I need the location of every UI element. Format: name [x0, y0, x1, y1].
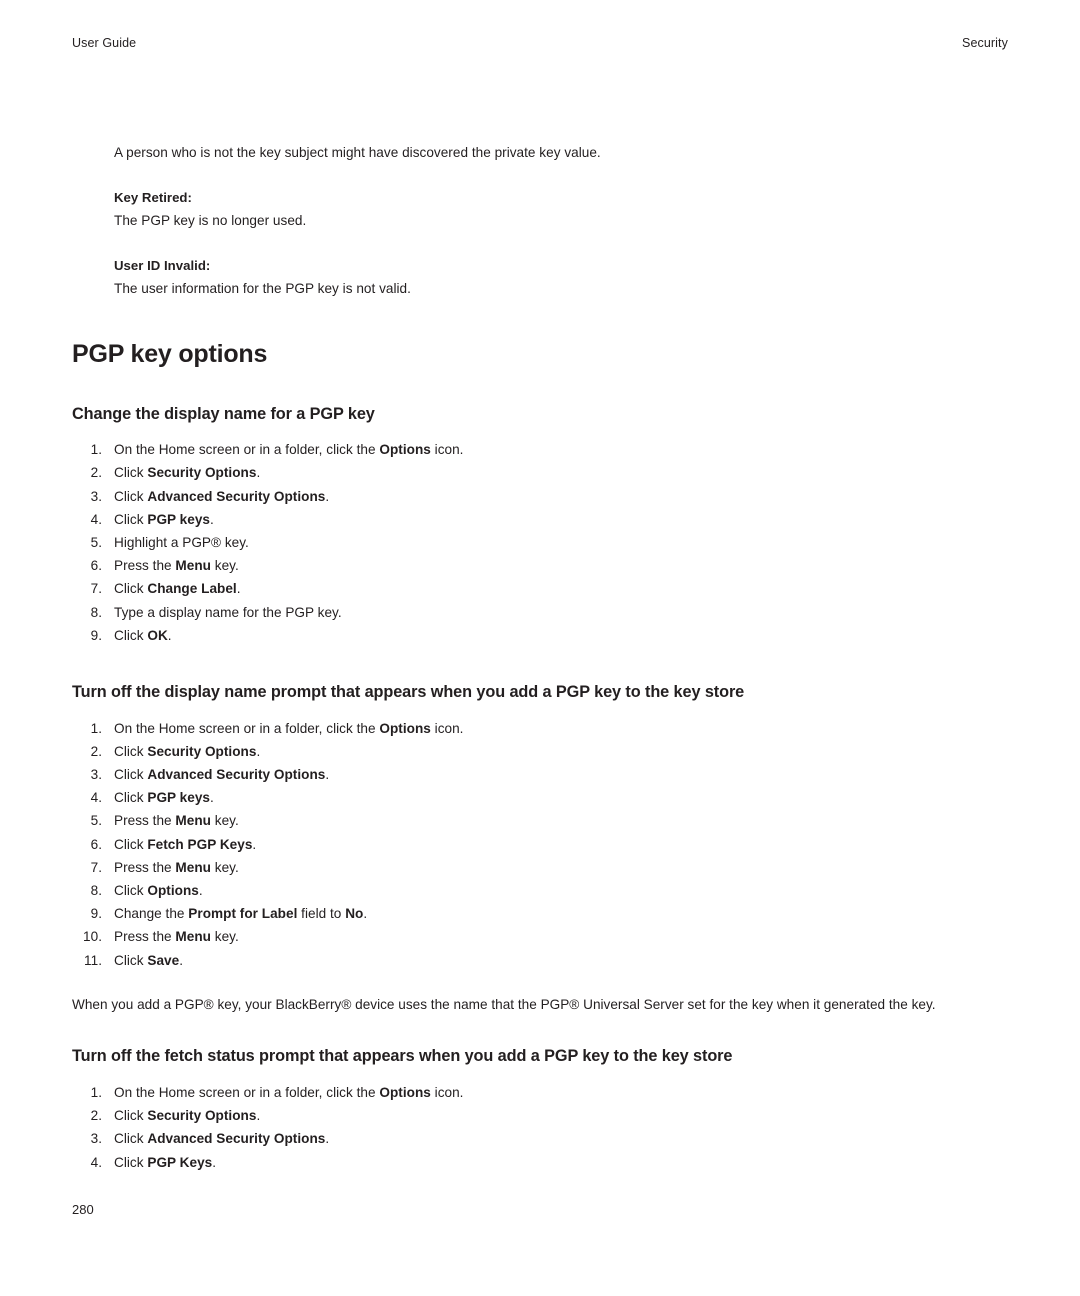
step-text: Click Security Options. — [114, 465, 261, 481]
running-head-left: User Guide — [72, 36, 137, 50]
steps-list: 1. On the Home screen or in a folder, cli… — [72, 1081, 1012, 1174]
step-number: 5. — [90, 534, 102, 550]
step-text: Click Fetch PGP Keys. — [114, 836, 257, 852]
step-number: 3. — [90, 488, 102, 504]
step-item: 3. Click Advanced Security Options. — [72, 1127, 1012, 1150]
section-note: When you add a PGP® key, your BlackBerry… — [72, 996, 936, 1012]
steps-list: 1. On the Home screen or in a folder, cli… — [72, 438, 1012, 647]
step-number: 3. — [90, 1131, 102, 1147]
step-text: Click Options. — [114, 882, 203, 898]
step-text: Click PGP keys. — [114, 511, 214, 527]
step-item: 4. Click PGP keys. — [72, 508, 1012, 531]
page-title: PGP key options — [72, 339, 268, 368]
step-number: 10. — [83, 929, 102, 945]
step-text: Press the Menu key. — [114, 813, 239, 829]
section-heading: Turn off the fetch status prompt that ap… — [72, 1047, 733, 1066]
step-number: 4. — [90, 1154, 102, 1170]
step-item: 2. Click Security Options. — [72, 1104, 1012, 1127]
steps-list: 1. On the Home screen or in a folder, cli… — [72, 717, 1012, 972]
page-number: 280 — [72, 1202, 94, 1217]
step-text: Click Save. — [114, 952, 183, 968]
step-number: 7. — [90, 859, 102, 875]
step-item: 11. Click Save. — [72, 949, 1012, 972]
definition-term: User ID Invalid: — [114, 257, 211, 273]
sections-container: Change the display name for a PGP key 1. O… — [72, 405, 1012, 1174]
step-number: 8. — [90, 882, 102, 898]
step-text: On the Home screen or in a folder, click… — [114, 442, 464, 458]
running-head-right: Security — [962, 36, 1008, 50]
step-item: 9. Click OK. — [72, 624, 1012, 647]
step-item: 6. Click Fetch PGP Keys. — [72, 833, 1012, 856]
step-item: 2. Click Security Options. — [72, 461, 1012, 484]
step-item: 6. Press the Menu key. — [72, 554, 1012, 577]
step-text: Press the Menu key. — [114, 859, 239, 875]
step-text: Press the Menu key. — [114, 558, 239, 574]
step-number: 1. — [90, 720, 102, 736]
step-item: 9. Change the Prompt for Label field to N… — [72, 902, 1012, 925]
step-text: Click Security Options. — [114, 743, 261, 759]
step-text: Highlight a PGP® key. — [114, 534, 249, 550]
step-item: 1. On the Home screen or in a folder, cli… — [72, 438, 1012, 461]
step-number: 2. — [90, 465, 102, 481]
step-number: 2. — [90, 743, 102, 759]
step-number: 7. — [90, 581, 102, 597]
step-item: 8. Type a display name for the PGP key. — [72, 601, 1012, 624]
step-number: 1. — [90, 442, 102, 458]
page-content: A person who is not the key subject migh… — [72, 146, 1012, 1174]
step-item: 8. Click Options. — [72, 879, 1012, 902]
step-number: 6. — [90, 558, 102, 574]
step-item: 7. Click Change Label. — [72, 577, 1012, 600]
step-text: On the Home screen or in a folder, click… — [114, 1084, 464, 1100]
step-number: 4. — [90, 511, 102, 527]
step-item: 3. Click Advanced Security Options. — [72, 763, 1012, 786]
step-item: 3. Click Advanced Security Options. — [72, 485, 1012, 508]
step-text: Click OK. — [114, 627, 172, 643]
step-number: 2. — [90, 1108, 102, 1124]
section-heading: Turn off the display name prompt that ap… — [72, 682, 745, 701]
step-number: 9. — [90, 906, 102, 922]
step-item: 5. Highlight a PGP® key. — [72, 531, 1012, 554]
step-number: 5. — [90, 813, 102, 829]
step-text: Press the Menu key. — [114, 929, 239, 945]
step-item: 7. Press the Menu key. — [72, 856, 1012, 879]
definition-description: The user information for the PGP key is … — [114, 280, 411, 296]
step-item: 1. On the Home screen or in a folder, cli… — [72, 717, 1012, 740]
step-text: Click Change Label. — [114, 581, 241, 597]
step-number: 4. — [90, 790, 102, 806]
step-text: Type a display name for the PGP key. — [114, 604, 342, 620]
document-page: User Guide Security A person who is not … — [0, 0, 1080, 1296]
running-head: User Guide Security — [72, 36, 1008, 50]
step-text: Click PGP keys. — [114, 790, 214, 806]
step-text: Click PGP Keys. — [114, 1154, 217, 1170]
step-number: 11. — [84, 952, 102, 968]
step-item: 2. Click Security Options. — [72, 740, 1012, 763]
step-text: Click Advanced Security Options. — [114, 766, 330, 782]
step-item: 1. On the Home screen or in a folder, cli… — [72, 1081, 1012, 1104]
step-text: Click Advanced Security Options. — [114, 488, 330, 504]
step-text: On the Home screen or in a folder, click… — [114, 720, 464, 736]
step-number: 6. — [90, 836, 102, 852]
step-text: Click Advanced Security Options. — [114, 1131, 330, 1147]
step-item: 10. Press the Menu key. — [72, 925, 1012, 948]
section-heading: Change the display name for a PGP key — [72, 404, 375, 423]
step-number: 3. — [90, 766, 102, 782]
definition-description: The PGP key is no longer used. — [114, 212, 307, 228]
definition-list: Key Retired: The PGP key is no longer use… — [72, 190, 1012, 296]
intro-paragraph: A person who is not the key subject migh… — [114, 145, 601, 160]
step-item: 5. Press the Menu key. — [72, 809, 1012, 832]
step-number: 9. — [90, 627, 102, 643]
step-number: 1. — [90, 1084, 102, 1100]
step-item: 4. Click PGP keys. — [72, 786, 1012, 809]
step-text: Change the Prompt for Label field to No. — [114, 906, 368, 922]
definition-term: Key Retired: — [114, 189, 192, 205]
step-text: Click Security Options. — [114, 1108, 261, 1124]
step-item: 4. Click PGP Keys. — [72, 1151, 1012, 1174]
step-number: 8. — [90, 604, 102, 620]
